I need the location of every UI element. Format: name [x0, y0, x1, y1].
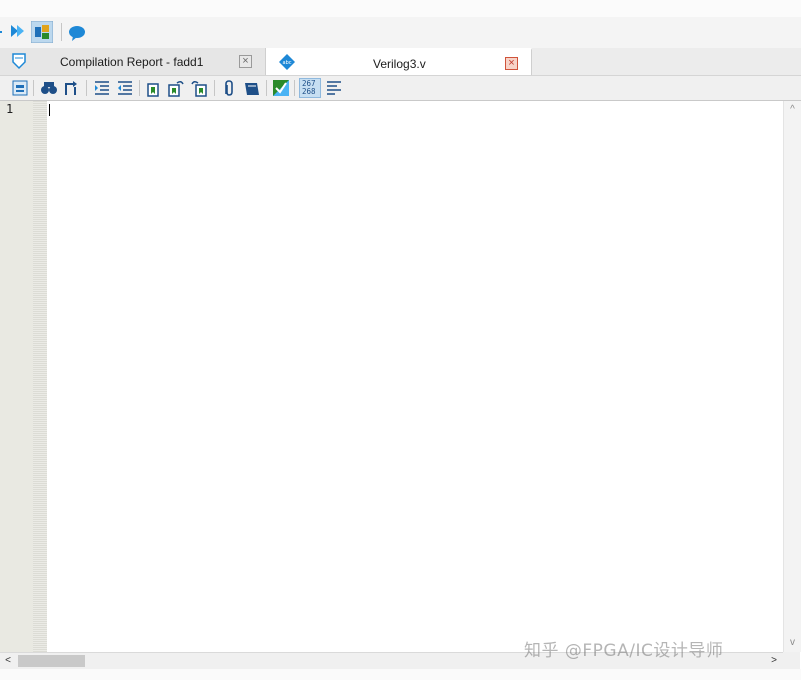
arrow-icon[interactable] — [0, 27, 4, 37]
watermark-text: 知乎 @FPGA/IC设计导师 — [524, 641, 724, 661]
vertical-scrollbar[interactable]: ^ v — [783, 101, 801, 652]
insert-template-icon[interactable] — [243, 80, 261, 98]
scroll-up-icon[interactable]: ^ — [784, 103, 801, 117]
document-tabs: Compilation Report - fadd1 × abc Verilog… — [0, 48, 801, 76]
line-number-gutter — [0, 101, 33, 652]
scrollbar-thumb[interactable] — [18, 655, 85, 667]
text-cursor — [49, 104, 50, 116]
window-edge — [0, 0, 801, 17]
toolbar-separator — [214, 80, 215, 96]
scroll-down-icon[interactable]: v — [784, 636, 801, 650]
help-chat-icon[interactable] — [68, 24, 86, 42]
scroll-left-icon[interactable]: < — [0, 654, 16, 668]
syntax-check-icon[interactable] — [272, 79, 290, 97]
close-tab-icon[interactable]: × — [239, 55, 252, 68]
tab-verilog[interactable]: abc Verilog3.v × — [266, 48, 532, 75]
tab-label: Compilation Report - fadd1 — [60, 55, 204, 69]
tab-compilation-report[interactable]: Compilation Report - fadd1 × — [0, 48, 266, 75]
main-toolbar — [0, 0, 801, 48]
toolbar-separator — [61, 23, 62, 41]
tab-label: Verilog3.v — [373, 57, 426, 71]
toolbar-separator — [33, 80, 34, 96]
toolbar-separator — [266, 80, 267, 96]
scroll-right-icon[interactable]: > — [766, 654, 782, 668]
line-number: 1 — [6, 102, 14, 116]
open-hierarchy-icon[interactable] — [11, 79, 29, 97]
decrease-indent-icon[interactable] — [116, 79, 134, 97]
insert-file-icon[interactable] — [220, 79, 238, 97]
svg-text:abc: abc — [283, 60, 292, 66]
report-icon — [12, 53, 26, 70]
close-tab-icon[interactable]: × — [505, 57, 518, 70]
increase-indent-icon[interactable] — [93, 79, 111, 97]
code-editor[interactable] — [47, 101, 783, 652]
show-text-icon[interactable] — [325, 79, 343, 97]
rtl-viewer-icon[interactable] — [31, 21, 53, 43]
bookmark-icon[interactable] — [145, 80, 163, 98]
find-icon[interactable] — [40, 79, 58, 97]
previous-bookmark-icon[interactable] — [191, 79, 209, 97]
next-bookmark-icon[interactable] — [167, 79, 185, 97]
toolbar-separator — [294, 80, 295, 96]
abc-file-icon: abc — [279, 54, 295, 70]
toolbar-separator — [139, 80, 140, 96]
fold-margin — [33, 101, 47, 652]
scrollbar-corner — [783, 652, 800, 669]
line-numbers-bottom: 268 — [302, 87, 316, 96]
line-numbers-icon[interactable]: 267 268 — [299, 78, 321, 98]
compile-icon[interactable] — [9, 22, 27, 40]
window-bottom-edge — [0, 669, 801, 680]
find-next-icon[interactable] — [62, 79, 80, 97]
toolbar-separator — [86, 80, 87, 96]
editor-toolbar: 267 268 — [0, 76, 801, 101]
